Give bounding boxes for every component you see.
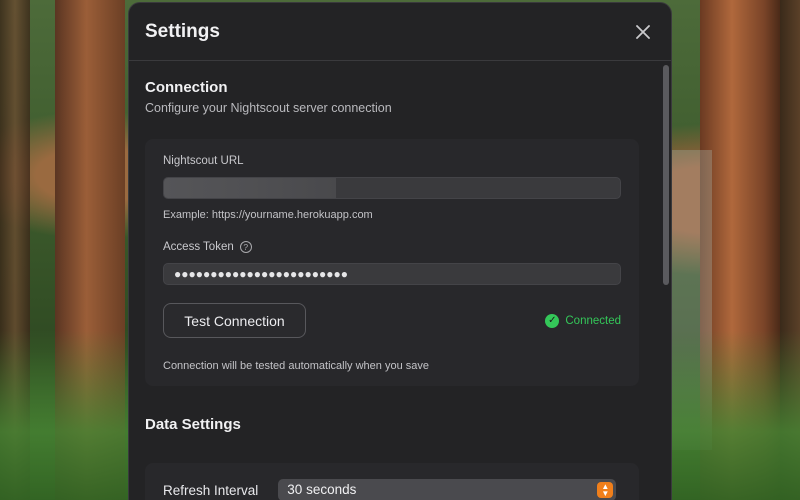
access-token-label: Access Token ? (163, 241, 621, 253)
nightscout-url-hint: Example: https://yourname.herokuapp.com (163, 209, 373, 221)
close-icon (636, 24, 650, 39)
settings-content: Connection Configure your Nightscout ser… (129, 61, 671, 500)
connection-status: ✓ Connected (545, 313, 621, 328)
connection-status-text: Connected (565, 314, 621, 327)
question-circle-icon[interactable]: ? (239, 241, 252, 253)
dialog-title: Settings (145, 20, 220, 42)
nightscout-url-label-text: Nightscout URL (163, 155, 244, 167)
data-settings-card: Refresh Interval 30 seconds ▲ ▼ (145, 463, 639, 500)
access-token-input[interactable]: ●●●●●●●●●●●●●●●●●●●●●●●● (163, 263, 621, 285)
connection-card: Nightscout URL Example: https://yourname… (145, 139, 639, 386)
close-button[interactable] (631, 20, 655, 44)
checkmark-circle-icon: ✓ (545, 313, 560, 328)
settings-scroll-area[interactable]: Connection Configure your Nightscout ser… (129, 61, 671, 500)
nightscout-url-input[interactable] (163, 177, 621, 199)
refresh-interval-label: Refresh Interval (163, 483, 259, 498)
access-token-label-text: Access Token (163, 241, 234, 253)
nightscout-url-label: Nightscout URL (163, 155, 621, 167)
data-settings-section-title: Data Settings (145, 416, 241, 433)
settings-dialog: Settings Connection Configure your Night… (128, 2, 672, 500)
refresh-interval-select[interactable]: 30 seconds ▲ ▼ (278, 479, 617, 500)
auto-test-note: Connection will be tested automatically … (163, 360, 429, 372)
chevron-up-down-icon: ▲ ▼ (597, 482, 614, 498)
refresh-interval-value: 30 seconds (287, 482, 357, 497)
vertical-scrollbar[interactable] (663, 65, 669, 285)
connection-section-title: Connection (145, 79, 228, 96)
dialog-header: Settings (129, 3, 671, 61)
test-connection-row: Test Connection ✓ Connected (163, 303, 621, 338)
test-connection-button[interactable]: Test Connection (163, 303, 306, 338)
redacted-url-value (164, 178, 336, 198)
connection-section-description: Configure your Nightscout server connect… (145, 101, 392, 115)
